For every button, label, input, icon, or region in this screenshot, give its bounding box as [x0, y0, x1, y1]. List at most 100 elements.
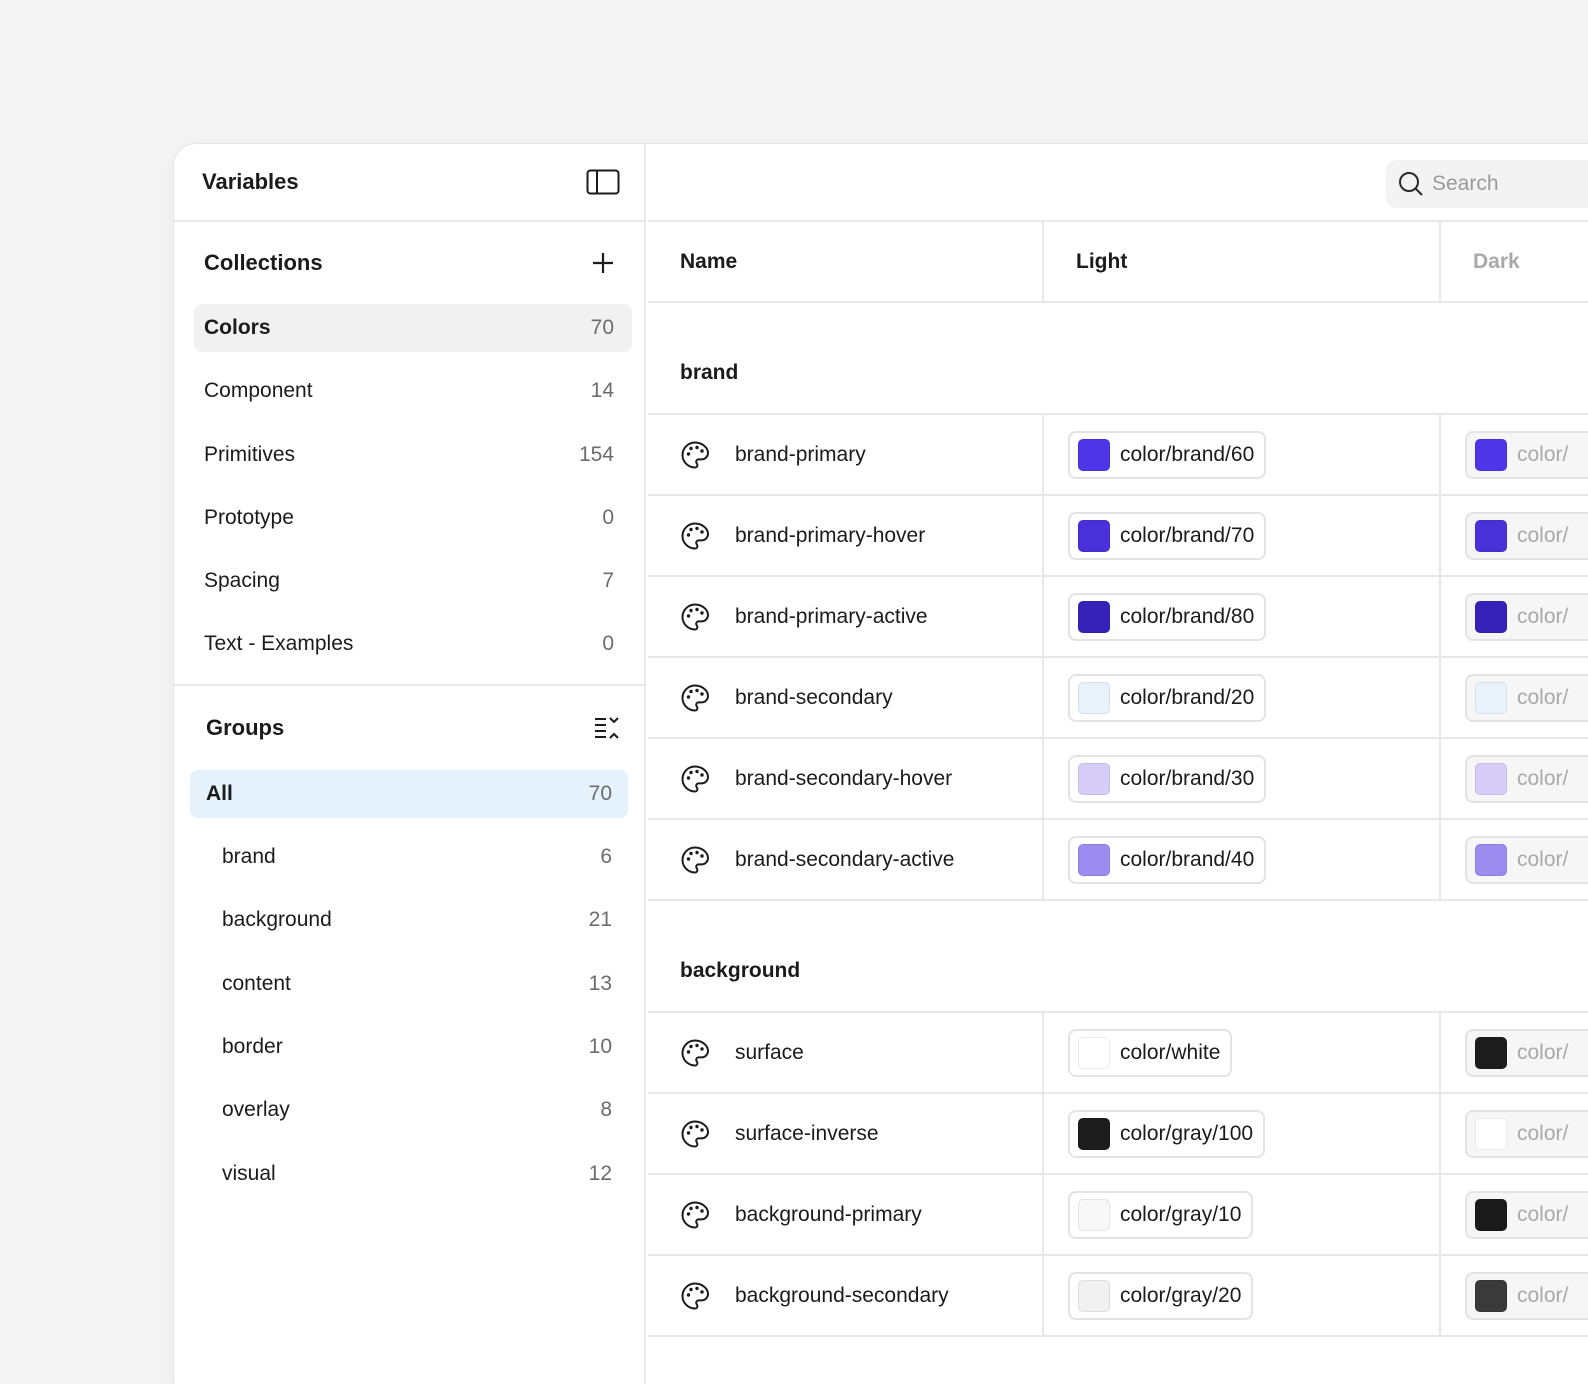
- toggle-sidebar-icon[interactable]: [586, 169, 620, 195]
- dark-value-chip[interactable]: color/: [1465, 1190, 1588, 1239]
- color-swatch: [1475, 600, 1507, 633]
- palette-icon: [680, 1038, 710, 1068]
- dark-value-cell: color/: [1441, 1175, 1588, 1254]
- collection-count: 0: [602, 632, 614, 656]
- variable-name: brand-secondary-active: [735, 847, 955, 871]
- variable-name-cell[interactable]: brand-primary-hover: [648, 496, 1044, 575]
- variable-name-cell[interactable]: background-primary: [648, 1175, 1044, 1254]
- variable-name: brand-secondary-hover: [735, 766, 953, 790]
- collection-item-prototype[interactable]: Prototype 0: [194, 494, 632, 542]
- color-swatch: [1078, 519, 1110, 552]
- variable-name-cell[interactable]: brand-secondary: [648, 658, 1044, 737]
- light-value-chip[interactable]: color/white: [1068, 1028, 1233, 1077]
- toolbar: [648, 144, 1588, 222]
- group-label: background: [222, 908, 332, 932]
- variable-row[interactable]: surface color/white color/: [648, 1013, 1588, 1094]
- collection-label: Colors: [204, 316, 271, 339]
- light-value-chip[interactable]: color/gray/100: [1068, 1109, 1266, 1158]
- variable-row[interactable]: brand-secondary color/brand/20 color/: [648, 658, 1588, 739]
- color-swatch: [1078, 762, 1110, 795]
- dark-value-chip[interactable]: color/: [1465, 673, 1588, 722]
- collection-label: Text - Examples: [204, 632, 354, 656]
- variable-name: background-primary: [735, 1202, 922, 1226]
- collection-item-primitives[interactable]: Primitives 154: [194, 431, 632, 479]
- color-swatch: [1078, 600, 1110, 633]
- group-item-brand[interactable]: brand 6: [190, 833, 628, 881]
- variable-name-cell[interactable]: brand-secondary-hover: [648, 739, 1044, 818]
- group-item-border[interactable]: border 10: [190, 1023, 628, 1071]
- variable-row[interactable]: brand-primary-active color/brand/80 colo…: [648, 577, 1588, 658]
- group-item-visual[interactable]: visual 12: [190, 1150, 628, 1198]
- column-header-dark[interactable]: Dark: [1441, 222, 1588, 301]
- variable-row[interactable]: surface-inverse color/gray/100 color/: [648, 1094, 1588, 1175]
- collection-item-component[interactable]: Component 14: [194, 367, 632, 415]
- group-label: content: [222, 971, 291, 995]
- light-value-chip[interactable]: color/brand/30: [1068, 754, 1267, 803]
- dark-value-label: color/: [1517, 766, 1569, 790]
- group-item-all[interactable]: All 70: [190, 769, 628, 818]
- light-value-chip[interactable]: color/brand/60: [1068, 430, 1267, 479]
- light-value-chip[interactable]: color/gray/10: [1068, 1190, 1254, 1239]
- color-swatch: [1475, 1117, 1507, 1150]
- table-body: brand brand-primary color/brand/60 color…: [648, 303, 1588, 1337]
- variable-name-cell[interactable]: brand-primary: [648, 415, 1044, 494]
- add-collection-icon[interactable]: [588, 248, 618, 278]
- light-value-label: color/gray/100: [1120, 1121, 1254, 1145]
- color-swatch: [1475, 1198, 1507, 1231]
- light-value-chip[interactable]: color/gray/20: [1068, 1271, 1254, 1320]
- group-item-overlay[interactable]: overlay 8: [190, 1086, 628, 1134]
- light-value-chip[interactable]: color/brand/80: [1068, 592, 1267, 641]
- variable-row[interactable]: brand-secondary-hover color/brand/30 col…: [648, 739, 1588, 820]
- light-value-chip[interactable]: color/brand/20: [1068, 673, 1267, 722]
- group-label: visual: [222, 1161, 276, 1185]
- groups-list: All 70 brand 6 background 21 content 13 …: [174, 769, 644, 1198]
- color-swatch: [1475, 843, 1507, 876]
- collection-item-text-examples[interactable]: Text - Examples 0: [194, 620, 632, 668]
- variable-row[interactable]: background-secondary color/gray/20 color…: [648, 1256, 1588, 1337]
- variable-row[interactable]: background-primary color/gray/10 color/: [648, 1175, 1588, 1256]
- light-value-cell: color/gray/100: [1044, 1094, 1441, 1173]
- search-input[interactable]: [1432, 172, 1588, 196]
- variable-name-cell[interactable]: background-secondary: [648, 1256, 1044, 1335]
- dark-value-chip[interactable]: color/: [1465, 1028, 1588, 1077]
- sidebar-header: Variables: [174, 144, 644, 222]
- collection-item-colors[interactable]: Colors 70: [194, 304, 632, 352]
- variable-name-cell[interactable]: surface-inverse: [648, 1094, 1044, 1173]
- variable-name-cell[interactable]: surface: [648, 1013, 1044, 1092]
- light-value-label: color/brand/40: [1120, 847, 1255, 871]
- group-item-background[interactable]: background 21: [190, 896, 628, 944]
- variable-row[interactable]: brand-primary color/brand/60 color/: [648, 415, 1588, 496]
- dark-value-chip[interactable]: color/: [1465, 511, 1588, 560]
- collection-label: Primitives: [204, 442, 296, 466]
- light-value-chip[interactable]: color/brand/40: [1068, 835, 1267, 884]
- dark-value-label: color/: [1517, 1121, 1569, 1145]
- variable-name-cell[interactable]: brand-secondary-active: [648, 820, 1044, 899]
- variable-name: brand-secondary: [735, 685, 893, 709]
- group-count: 8: [600, 1098, 612, 1122]
- group-count: 21: [588, 908, 612, 932]
- dark-value-chip[interactable]: color/: [1465, 835, 1588, 884]
- dark-value-chip[interactable]: color/: [1465, 430, 1588, 479]
- light-value-cell: color/brand/30: [1044, 739, 1441, 818]
- color-swatch: [1078, 1117, 1110, 1150]
- collection-count: 0: [602, 505, 614, 529]
- collections-header: Collections: [174, 222, 644, 304]
- light-value-cell: color/gray/20: [1044, 1256, 1441, 1335]
- dark-value-cell: color/: [1441, 1256, 1588, 1335]
- light-value-label: color/white: [1120, 1040, 1221, 1064]
- group-label: brand: [222, 845, 276, 869]
- collapse-groups-icon[interactable]: [592, 713, 622, 743]
- search-box[interactable]: [1386, 160, 1588, 208]
- light-value-chip[interactable]: color/brand/70: [1068, 511, 1267, 560]
- collection-item-spacing[interactable]: Spacing 7: [194, 557, 632, 605]
- group-item-content[interactable]: content 13: [190, 960, 628, 1008]
- dark-value-cell: color/: [1441, 739, 1588, 818]
- variable-name-cell[interactable]: brand-primary-active: [648, 577, 1044, 656]
- dark-value-chip[interactable]: color/: [1465, 754, 1588, 803]
- variable-row[interactable]: brand-primary-hover color/brand/70 color…: [648, 496, 1588, 577]
- dark-value-chip[interactable]: color/: [1465, 1109, 1588, 1158]
- dark-value-chip[interactable]: color/: [1465, 1271, 1588, 1320]
- dark-value-chip[interactable]: color/: [1465, 592, 1588, 641]
- variable-row[interactable]: brand-secondary-active color/brand/40 co…: [648, 820, 1588, 901]
- collections-title: Collections: [204, 250, 323, 275]
